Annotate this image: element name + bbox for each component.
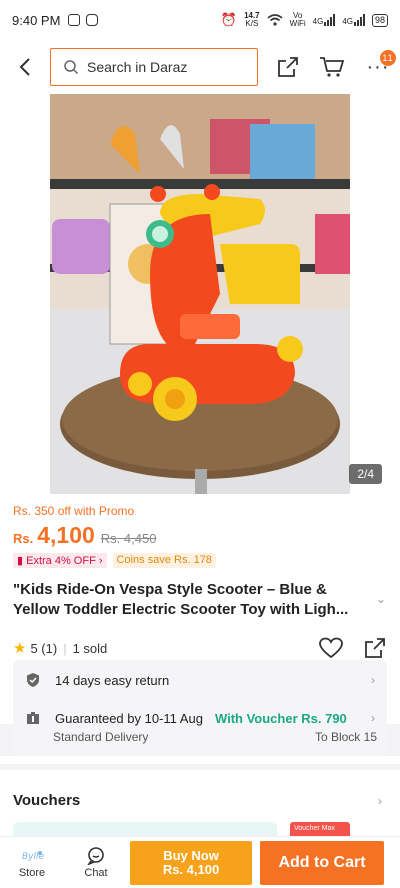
- sold-count: 1 sold: [72, 640, 108, 656]
- chat-button[interactable]: Chat: [64, 846, 128, 879]
- product-gallery[interactable]: 2/4: [0, 94, 400, 494]
- chevron-right-icon: ›: [371, 711, 375, 725]
- voucher-label: With Voucher Rs. 790: [214, 710, 347, 726]
- cart-badge: 11: [380, 50, 396, 66]
- alarm-icon: ⏰: [220, 12, 238, 27]
- buy-now-price: Rs. 4,100: [162, 861, 220, 877]
- add-to-cart-button[interactable]: Add to Cart: [260, 840, 384, 885]
- search-placeholder: Search in Daraz: [87, 59, 188, 75]
- battery-indicator: 98: [371, 13, 388, 27]
- speed-indicator: 14.7 K/S: [244, 11, 260, 28]
- buy-now-button[interactable]: Buy Now Rs. 4,100: [130, 840, 252, 885]
- share-icon: [278, 57, 298, 77]
- chat-icon: [87, 846, 104, 865]
- back-button[interactable]: [0, 40, 50, 94]
- share-button[interactable]: [266, 40, 310, 94]
- guarantee-label: Guaranteed by 10-11 Aug: [55, 710, 203, 726]
- buy-now-label: Buy Now: [163, 847, 219, 863]
- bottom-action-bar: Bylle Store Chat Buy Now Rs. 4,100 Add t…: [0, 836, 400, 888]
- cart-icon: [320, 57, 345, 77]
- more-button[interactable]: ··· 11: [360, 40, 396, 94]
- price-currency: Rs.: [13, 531, 34, 546]
- chat-label: Chat: [84, 866, 108, 879]
- notification-icon: [68, 14, 81, 26]
- return-row[interactable]: 14 days easy return ›: [13, 670, 387, 690]
- chevron-right-icon: ›: [378, 794, 382, 808]
- chevron-down-icon[interactable]: ⌄: [376, 592, 386, 606]
- store-button[interactable]: Bylle Store: [0, 847, 64, 879]
- current-price: 4,100: [37, 522, 95, 548]
- return-shield-icon: [27, 673, 39, 687]
- product-image[interactable]: [50, 94, 350, 494]
- extra-off-tag[interactable]: ▮ Extra 4% OFF ›: [13, 553, 107, 568]
- cart-button[interactable]: [310, 40, 354, 94]
- store-label: Store: [18, 866, 46, 879]
- coins-tag: Coins save Rs. 178: [112, 553, 216, 568]
- vowifi-indicator: Vo WiFi: [289, 11, 306, 28]
- status-time: 9:40 PM: [12, 12, 61, 28]
- gift-icon: ▮: [17, 555, 24, 567]
- delivery-destination: To Block 15: [314, 730, 377, 744]
- promo-text: Rs. 350 off with Promo: [13, 504, 135, 518]
- vouchers-heading: Vouchers: [13, 792, 81, 809]
- store-icon: Bylle: [22, 850, 44, 862]
- signal-2: 4G: [342, 14, 365, 26]
- scooter-photo: [50, 94, 350, 494]
- signal-1: 4G: [313, 14, 336, 26]
- heart-icon[interactable]: [319, 637, 343, 659]
- image-counter: 2/4: [349, 464, 382, 484]
- add-to-cart-label: Add to Cart: [278, 853, 366, 871]
- delivery-type: Standard Delivery: [53, 730, 149, 744]
- vouchers-section[interactable]: Vouchers › Voucher Max: [0, 770, 400, 842]
- delivery-row[interactable]: Guaranteed by 10-11 Aug With Voucher Rs.…: [13, 708, 387, 728]
- original-price: Rs. 4,450: [100, 531, 157, 546]
- star-icon: ★: [13, 640, 27, 657]
- delivery-icon: [27, 712, 39, 724]
- status-bar: 9:40 PM ⏰ 14.7 K/S Vo WiFi 4G 4G 98: [0, 0, 400, 40]
- search-bar[interactable]: Search in Daraz: [50, 48, 258, 86]
- search-icon: [64, 60, 79, 75]
- share-icon[interactable]: [363, 636, 387, 660]
- chevron-right-icon: ›: [98, 555, 103, 567]
- rating-text[interactable]: 5 (1): [30, 641, 57, 656]
- instagram-icon: [86, 14, 99, 26]
- chevron-right-icon: ›: [371, 673, 375, 687]
- back-arrow-icon: [19, 58, 30, 76]
- top-header: Search in Daraz ··· 11: [0, 40, 400, 94]
- return-label: 14 days easy return: [55, 672, 170, 688]
- service-box: 14 days easy return › Guaranteed by 10-1…: [13, 660, 387, 756]
- separator: |: [63, 640, 67, 656]
- wifi-icon: [267, 14, 283, 26]
- product-title[interactable]: "Kids Ride-On Vespa Style Scooter – Blue…: [13, 580, 373, 620]
- price-section: Rs. 350 off with Promo Rs. 4,100 Rs. 4,4…: [0, 494, 400, 574]
